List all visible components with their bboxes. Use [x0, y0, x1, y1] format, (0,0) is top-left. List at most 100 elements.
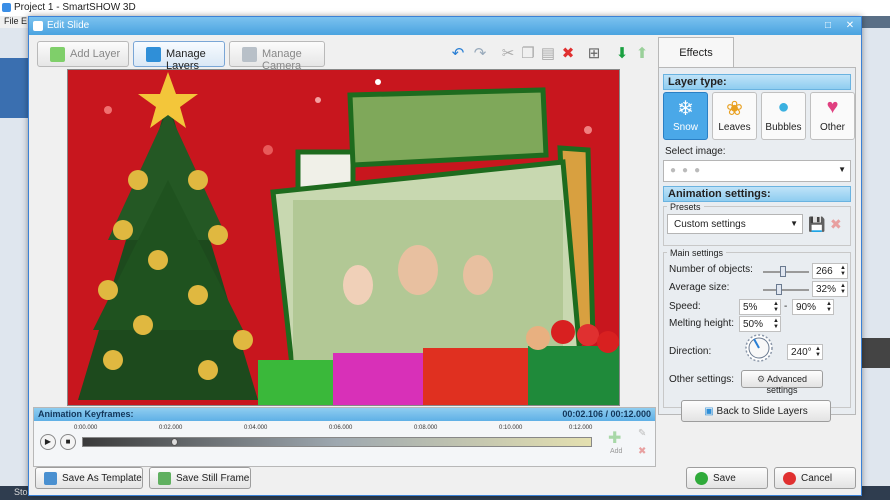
melting-height-label: Melting height: [669, 318, 735, 329]
slider-thumb[interactable] [775, 284, 782, 295]
advanced-settings-button[interactable]: ⚙ Advanced settings [741, 370, 823, 395]
align-icon[interactable]: ⊞ [583, 43, 605, 65]
preset-dropdown[interactable]: Custom settings ▼ [667, 214, 803, 234]
layer-type-bubbles[interactable]: ● Bubbles [761, 92, 806, 140]
presets-label: Presets [667, 202, 704, 212]
close-icon[interactable]: ✕ [843, 19, 857, 32]
add-layer-icon [50, 47, 65, 62]
hearts-icon: ♥ [826, 96, 839, 118]
number-of-objects-slider[interactable] [763, 266, 809, 277]
spinner-icon[interactable]: ▲ ▼ [815, 346, 821, 358]
spinner-icon[interactable]: ▲ ▼ [826, 301, 832, 313]
app-titlebar: Project 1 - SmartSHOW 3D [0, 0, 890, 16]
melting-height-input[interactable]: 50% ▲ ▼ [739, 316, 781, 332]
add-layer-button[interactable]: Add Layer [37, 41, 129, 67]
animation-keyframes-panel: Animation Keyframes: 00:02.106 / 00:12.00… [33, 407, 656, 467]
add-keyframe-label: Add [610, 448, 623, 455]
select-image-label: Select image: [665, 146, 726, 157]
save-button[interactable]: Save [686, 467, 768, 489]
speed-min-input[interactable]: 5% ▲ ▼ [739, 299, 781, 315]
stop-icon[interactable]: ■ [60, 434, 76, 450]
tick-label: 0:06.000 [329, 425, 353, 431]
delete-icon[interactable]: ✖ [557, 43, 579, 65]
save-as-template-button[interactable]: Save As Template [35, 467, 143, 489]
snowflake-icon: ❄ [677, 98, 694, 120]
app-left-panel [0, 28, 28, 500]
chevron-down-icon: ▼ [790, 219, 798, 228]
app-right-panel [860, 28, 890, 500]
dialog-icon [33, 21, 43, 31]
tab-effects[interactable]: Effects [658, 37, 734, 67]
direction-input[interactable]: 240° ▲ ▼ [787, 344, 823, 360]
play-icon[interactable]: ▶ [40, 434, 56, 450]
average-size-input[interactable]: 32% ▲ ▼ [812, 281, 848, 297]
image-placeholder-icon: ●●● [670, 165, 707, 176]
edit-slide-dialog: Edit Slide □ ✕ Add Layer Manage Layers M… [28, 16, 862, 496]
layers-icon: ▣ [704, 406, 714, 417]
spinner-icon[interactable]: ▲ ▼ [773, 301, 779, 313]
tick-label: 0:10.000 [499, 425, 523, 431]
timeline-track[interactable] [82, 437, 592, 447]
spinner-icon[interactable]: ▲ ▼ [773, 318, 779, 330]
checkmark-icon [695, 472, 708, 485]
gear-icon: ⚙ [756, 374, 766, 384]
app-title: Project 1 - SmartSHOW 3D [14, 2, 136, 13]
layer-type-leaves[interactable]: ❀ Leaves [712, 92, 757, 140]
save-still-frame-button[interactable]: Save Still Frame [149, 467, 251, 489]
spinner-icon[interactable]: ▲ ▼ [840, 265, 846, 277]
dialog-title: Edit Slide [47, 20, 90, 31]
select-image-dropdown[interactable]: ●●● ▼ [663, 160, 851, 182]
layers-icon [146, 47, 161, 62]
tick-label: 0:02.000 [159, 425, 183, 431]
maximize-icon[interactable]: □ [821, 19, 835, 32]
spinner-icon[interactable]: ▲ ▼ [840, 283, 846, 295]
delete-keyframe-icon[interactable]: ✖ [638, 446, 646, 457]
tick-label: 0:08.000 [414, 425, 438, 431]
slide-preview[interactable] [67, 69, 620, 406]
tick-label: 0:00.000 [74, 425, 98, 431]
close-icon [783, 472, 796, 485]
edit-keyframe-icon[interactable]: ✎ [638, 428, 646, 439]
add-keyframe-icon[interactable]: ✚ [608, 428, 621, 448]
back-to-slide-layers-button[interactable]: ▣ Back to Slide Layers [681, 400, 831, 422]
app-menu[interactable]: File E [0, 16, 28, 28]
average-size-label: Average size: [669, 282, 730, 293]
average-size-slider[interactable] [763, 284, 809, 295]
save-preset-icon[interactable]: 💾 [808, 216, 825, 233]
effects-panel: Layer type: ❄ Snow ❀ Leaves ● Bubbles ♥ Othe… [658, 67, 856, 415]
cut-icon[interactable]: ✂ [497, 43, 519, 65]
speed-max-input[interactable]: 90% ▲ ▼ [792, 299, 834, 315]
number-of-objects-label: Number of objects: [669, 264, 753, 275]
chevron-down-icon: ▼ [838, 165, 846, 174]
undo-icon[interactable]: ↶ [447, 43, 469, 65]
playhead[interactable] [170, 438, 178, 446]
manage-layers-button[interactable]: Manage Layers [133, 41, 225, 72]
other-settings-label: Other settings: [669, 374, 735, 385]
manage-camera-button[interactable]: Manage Camera [229, 41, 325, 72]
move-up-icon[interactable]: ⬆ [631, 43, 653, 65]
image-icon [158, 472, 171, 485]
main-settings-label: Main settings [667, 248, 727, 258]
camera-icon [242, 47, 257, 62]
leaf-icon: ❀ [726, 98, 743, 120]
app-logo-icon [2, 3, 11, 12]
delete-preset-icon[interactable]: ✖ [830, 216, 842, 233]
slider-thumb[interactable] [779, 266, 786, 277]
redo-icon[interactable]: ↷ [469, 43, 491, 65]
direction-label: Direction: [669, 346, 712, 357]
cancel-button[interactable]: Cancel [774, 467, 856, 489]
toolbar: Add Layer Manage Layers Manage Camera ↶ … [35, 39, 648, 72]
keyframes-time: 00:02.106 / 00:12.000 [562, 409, 651, 419]
copy-icon[interactable]: ❐ [517, 43, 539, 65]
number-of-objects-input[interactable]: 266 ▲ ▼ [812, 263, 848, 279]
animation-settings-header: Animation settings: [663, 186, 851, 202]
tick-label: 0:12.000 [569, 425, 593, 431]
paste-icon[interactable]: ▤ [537, 43, 559, 65]
layer-type-other[interactable]: ♥ Other [810, 92, 855, 140]
direction-dial[interactable] [743, 332, 775, 364]
template-icon [44, 472, 57, 485]
speed-label: Speed: [669, 301, 701, 312]
move-down-icon[interactable]: ⬇ [611, 43, 633, 65]
tick-label: 0:04.000 [244, 425, 268, 431]
layer-type-snow[interactable]: ❄ Snow [663, 92, 708, 140]
